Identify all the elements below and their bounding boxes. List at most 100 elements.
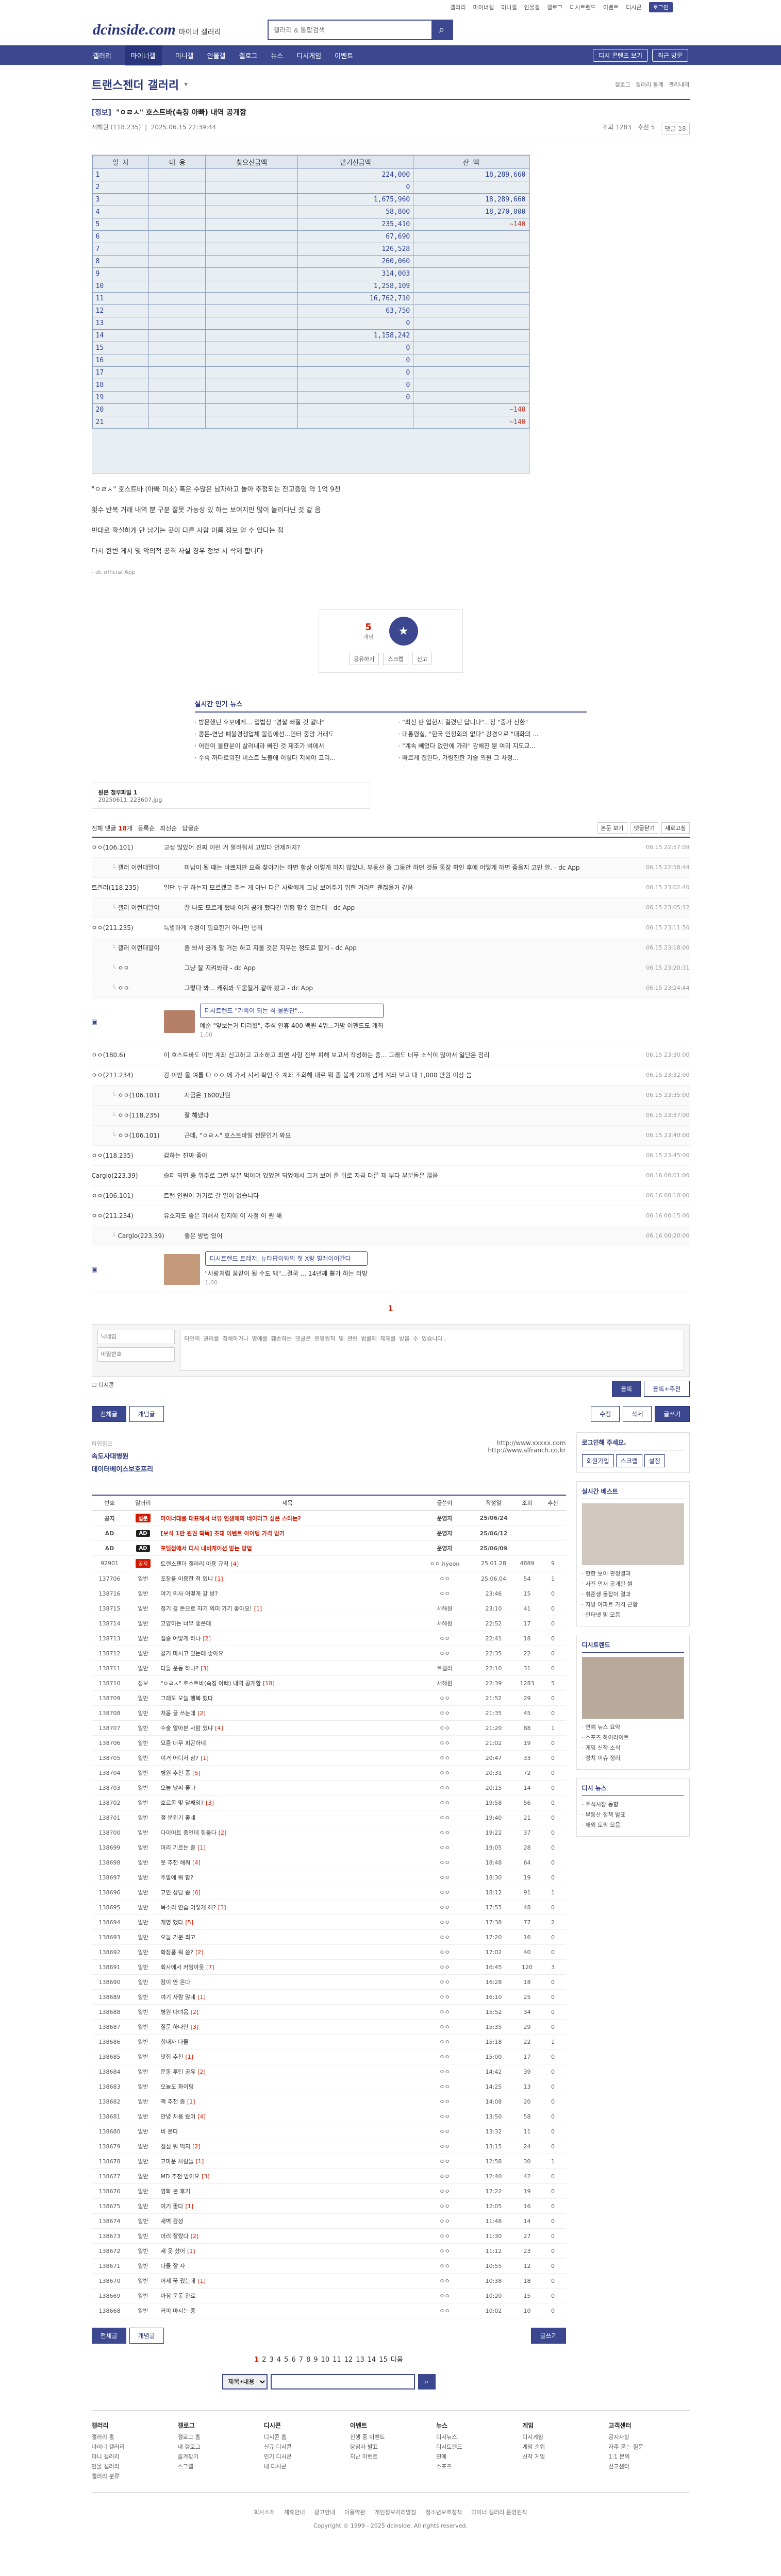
util-link-1[interactable]: 마이너갤	[473, 3, 494, 11]
post-reply-count[interactable]: [4]	[215, 1725, 223, 1732]
post-author[interactable]: ㅇㅇ	[416, 1735, 473, 1751]
comment-ad[interactable]: ▣ 디시트렌드 "가족이 되는 식 물원단"... 예순 "앞보는거 더러웠",…	[91, 998, 690, 1045]
comment-nick[interactable]: ㅇㅇ(211.235)	[92, 923, 164, 933]
post-list-title[interactable]: 포장을 이용한 적 있니	[161, 1575, 213, 1582]
realtime-item[interactable]: 인터넷 밈 모음	[582, 1611, 684, 1619]
footer-bottom-link[interactable]: 제휴안내	[284, 2508, 305, 2516]
post-title-cell[interactable]: 개명 했다 [5]	[158, 1914, 417, 1930]
footer-link[interactable]: 신작 게임	[522, 2452, 603, 2461]
post-title-cell[interactable]: 새 옷 샀어 [1]	[158, 2243, 417, 2259]
trend-item[interactable]: 연예 뉴스 요약	[582, 1723, 684, 1731]
footer-link[interactable]: 신규 디시콘	[264, 2443, 345, 2451]
post-author[interactable]: ㅇㅇ	[416, 1929, 473, 1945]
view-body-button[interactable]: 본문 보기	[597, 822, 627, 834]
table-row[interactable]: 138697 일반 주말에 뭐 함? ㅇㅇ 18:30 19 0	[91, 1870, 566, 1885]
page-link[interactable]: 7	[299, 2356, 303, 2364]
comment-nick[interactable]: 갤러 이런데말야	[112, 943, 185, 953]
promo-item[interactable]: 데이터베이스보호프리	[92, 1464, 154, 1473]
table-row[interactable]: 137706 일반 포장을 이용한 적 있니 [1] ㅇㅇ 25.06.04 54 1	[91, 1571, 566, 1586]
post-reply-count[interactable]: [2]	[191, 2233, 199, 2240]
footer-link[interactable]: 내 디시콘	[264, 2462, 345, 2470]
post-title-cell[interactable]: 여기 좋다 [1]	[158, 2198, 417, 2214]
post-list-title[interactable]: 그래도 오늘 행복 했다	[161, 1695, 213, 1702]
post-list-title[interactable]: 옷 추천 해줘	[161, 1859, 191, 1866]
comment-submit-recommend-button[interactable]: 등록+추천	[644, 1381, 690, 1397]
table-row[interactable]: 138685 일반 맛집 추천 [1] ㅇㅇ 15:00 17 0	[91, 2049, 566, 2064]
nav-item-minor[interactable]: 마이너갤	[124, 45, 162, 65]
post-reply-count[interactable]: [3]	[218, 1904, 226, 1911]
post-list-title[interactable]: 맛집 추천	[161, 2054, 184, 2060]
promo-url[interactable]: http://www.alfranch.co.kr	[488, 1447, 566, 1454]
post-list-title[interactable]: 수술 알아본 사람 있냐	[161, 1725, 213, 1732]
post-list-title[interactable]: 목소리 연습 어떻게 해?	[161, 1904, 216, 1911]
post-list-title[interactable]: 질문 하나만	[161, 2024, 189, 2030]
footer-bottom-link[interactable]: 광고안내	[314, 2508, 335, 2516]
side-scrap-button[interactable]: 스크랩	[616, 1454, 642, 1467]
post-title-cell[interactable]: [보석 1만 원권 획득] 초대 이벤트 아이템 가격 받기	[158, 1526, 417, 1541]
post-reply-count[interactable]: [1]	[185, 2203, 193, 2210]
news-item[interactable]: "최신 판 업한지 걸렸던 답니다"...정 "중가 전환"	[398, 718, 587, 726]
table-row[interactable]: 138709 일반 그래도 오늘 행복 했다 ㅇㅇ 21:52 29 0	[91, 1690, 566, 1706]
post-list-title[interactable]: 커피 마시는 중	[161, 2308, 196, 2314]
post-author[interactable]: 운영자	[416, 1540, 473, 1556]
util-link-5[interactable]: 디시트렌드	[570, 3, 596, 11]
post-author[interactable]: ㅇㅇ	[416, 1855, 473, 1870]
footer-link[interactable]: 당첨자 발표	[350, 2443, 431, 2451]
post-reply-count[interactable]: [4]	[197, 2113, 206, 2120]
comment-nick[interactable]: ㅇㅇ(118.235)	[112, 1111, 185, 1120]
post-title-cell[interactable]: 호르몬 몇 달째임? [3]	[158, 1795, 417, 1810]
table-row[interactable]: 138673 일반 머리 잘랐다 [2] ㅇㅇ 11:30 27 0	[91, 2228, 566, 2244]
post-title-cell[interactable]: 포장을 이용한 적 있니 [1]	[158, 1571, 417, 1586]
post-title-cell[interactable]: 새벽 감성	[158, 2213, 417, 2229]
post-author[interactable]: ㅇㅇ	[416, 2004, 473, 2020]
post-list-title[interactable]: 포털점에서 디시 내비게이션 받는 방법	[161, 1545, 252, 1552]
list-recommended-button[interactable]: 개념글	[129, 2328, 164, 2344]
table-row[interactable]: 138712 일반 갈거 마시고 있는데 좋아요 ㅇㅇ 22:35 22 0	[91, 1646, 566, 1661]
post-reply-count[interactable]: [4]	[230, 1561, 239, 1567]
post-reply-count[interactable]: [5]	[185, 1919, 193, 1926]
post-list-title[interactable]: 운동 루틴 공유	[161, 2069, 196, 2075]
comment-nick[interactable]: ㅇㅇ(211.234)	[92, 1211, 164, 1221]
post-list-title[interactable]: 고마운 사람들	[161, 2158, 194, 2165]
post-list-title[interactable]: 비 온다	[161, 2128, 178, 2135]
post-title-cell[interactable]: 병원 추천 좀 [5]	[158, 1765, 417, 1781]
table-row[interactable]: 공지 설문 마이너대를 대표해서 너뷰 인생해의 네이더그 싶은 스타는? 운영자 25…	[91, 1510, 566, 1526]
table-row[interactable]: 138687 일반 질문 하나만 [3] ㅇㅇ 15:35 29 0	[91, 2019, 566, 2035]
news-item[interactable]: 어린이 물판분이 살려내라 빠진 것 제조가 벼에서	[195, 741, 383, 750]
nickname-input[interactable]	[97, 1330, 175, 1344]
dc-news-item[interactable]: 해외 토픽 모음	[582, 1821, 684, 1829]
comment-textarea[interactable]	[179, 1330, 684, 1371]
dc-news-item[interactable]: 부동산 정책 발표	[582, 1810, 684, 1819]
comment-submit-button[interactable]: 등록	[612, 1381, 641, 1397]
post-list-title[interactable]: 이거 어디서 삼?	[161, 1755, 199, 1761]
login-button[interactable]: 로그인	[649, 2, 673, 12]
scrap-button[interactable]: 스크랩	[383, 653, 408, 665]
dccon-checkbox[interactable]: ☐ 디시콘	[92, 1381, 114, 1397]
post-list-title[interactable]: 새 옷 샀어	[161, 2248, 185, 2255]
post-reply-count[interactable]: [1]	[215, 1575, 223, 1582]
chevron-down-icon[interactable]: ▾	[184, 80, 188, 89]
news-item[interactable]: 수속 까다로워진 비스트 노출에 이렇다 지혜야 코리...	[195, 753, 383, 762]
post-list-title[interactable]: 갤 분위기 좋네	[161, 1815, 196, 1821]
table-row[interactable]: 138707 일반 수술 알아본 사람 있냐 [4] ㅇㅇ 21:20 88 1	[91, 1720, 566, 1736]
page-link[interactable]: 14	[368, 2356, 376, 2364]
post-title-cell[interactable]: 오늘 날씨 좋다	[158, 1780, 417, 1795]
post-reply-count[interactable]: [4]	[192, 1859, 201, 1866]
table-row[interactable]: 138674 일반 새벽 감성 ㅇㅇ 11:48 14 0	[91, 2213, 566, 2229]
comment-ad-2[interactable]: ▣ 디시트렌드 트레저, 뉴타팝이와의 첫 X랑 힐레이어간다 "사랑처럼 꿈같…	[91, 1246, 690, 1293]
table-row[interactable]: 138689 일반 여기 사람 많네 [1] ㅇㅇ 16:10 25 0	[91, 1989, 566, 2005]
search-button[interactable]: ⌕	[431, 21, 452, 39]
table-row[interactable]: 138700 일반 다이어트 중인데 힘들다 [2] ㅇㅇ 19:22 37 0	[91, 1825, 566, 1840]
dc-news-item[interactable]: 주식시장 동향	[582, 1800, 684, 1808]
post-list-title[interactable]: 점심 뭐 먹지	[161, 2143, 191, 2150]
table-row[interactable]: 138679 일반 점심 뭐 먹지 [2] ㅇㅇ 13:15 24 0	[91, 2139, 566, 2154]
footer-link[interactable]: 1:1 문의	[608, 2452, 689, 2461]
sort-newest[interactable]: 최신순	[160, 824, 177, 833]
recent-visit-button[interactable]: 최근 방문	[652, 48, 688, 62]
post-author[interactable]: ㅇㅇ	[416, 2154, 473, 2169]
post-author[interactable]: 서해원	[416, 1616, 473, 1631]
password-input[interactable]	[97, 1347, 175, 1362]
bottom-search-button[interactable]: ⌕	[418, 2374, 436, 2389]
post-title-cell[interactable]: 고양이는 너무 좋은데	[158, 1616, 417, 1631]
post-title-cell[interactable]: 안녕 처음 왔어 [4]	[158, 2109, 417, 2124]
